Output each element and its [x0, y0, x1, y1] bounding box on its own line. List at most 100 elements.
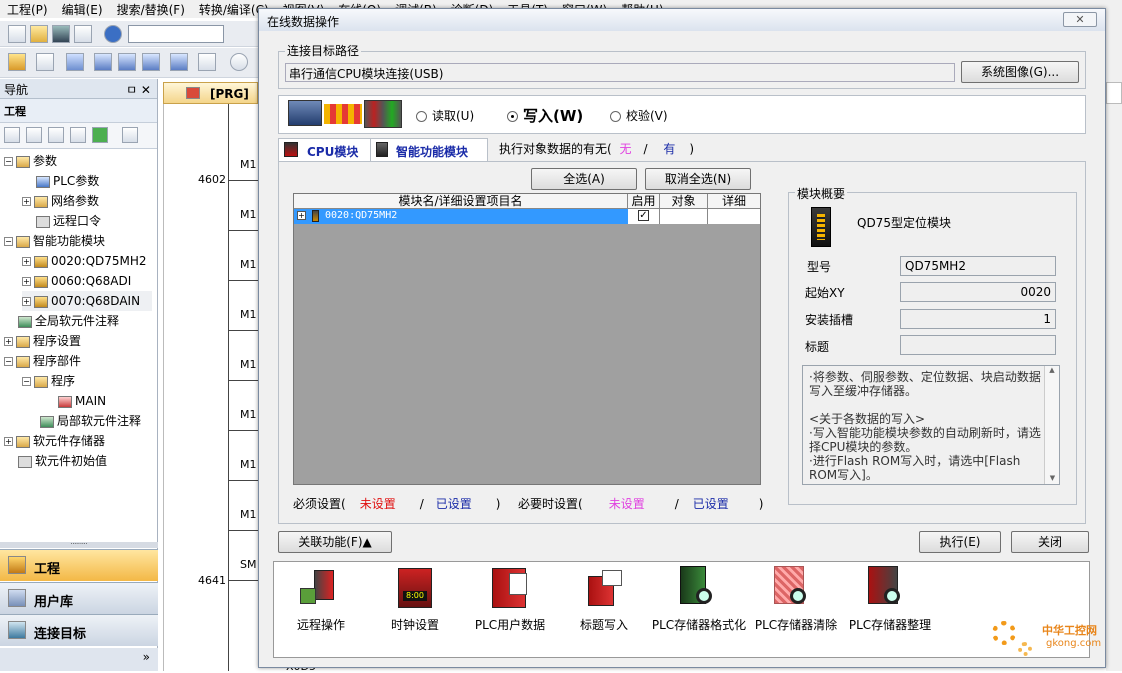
print-icon[interactable]: [74, 25, 92, 43]
system-image-button[interactable]: 系统图像(G)...: [961, 61, 1079, 83]
refresh-icon[interactable]: [92, 127, 108, 143]
plc-user-data-label[interactable]: PLC用户数据: [460, 616, 560, 633]
scroll-up-icon[interactable]: ▲: [1045, 366, 1059, 374]
open-folder-icon[interactable]: [30, 25, 48, 43]
cpu-icon: [284, 142, 298, 157]
write-radio[interactable]: 写入(W): [507, 105, 583, 126]
menu-project[interactable]: 工程(P): [0, 0, 55, 18]
nav-more[interactable]: »: [0, 648, 158, 671]
scroll-down-icon[interactable]: ▼: [1045, 474, 1059, 482]
tree-item-main[interactable]: MAIN: [58, 391, 106, 411]
plc-memory-arrange-label[interactable]: PLC存储器整理: [835, 616, 945, 633]
watermark-brand: 中华工控网: [1042, 624, 1097, 637]
plc-memory-format-icon[interactable]: [680, 566, 714, 606]
param-icon: [16, 155, 30, 168]
collapse-icon[interactable]: −: [4, 157, 13, 166]
close-button[interactable]: 关闭: [1011, 531, 1089, 553]
tree-item-device-memory[interactable]: + 软元件存储器: [4, 431, 105, 451]
expand-icon[interactable]: +: [4, 437, 13, 446]
tree-item-param[interactable]: − 参数: [4, 151, 57, 171]
project-tree-icon[interactable]: [8, 53, 26, 71]
detail-cell[interactable]: [708, 209, 760, 224]
paste-icon[interactable]: [48, 127, 64, 143]
folder-icon: [16, 435, 30, 448]
checkbox-checked-icon[interactable]: ✓: [638, 210, 649, 221]
dialog-title: 在线数据操作: [267, 15, 340, 29]
tree-item-program[interactable]: − 程序: [22, 371, 75, 391]
module-icon: [34, 295, 48, 308]
clock-setting-icon[interactable]: 8:00: [398, 568, 432, 608]
deselect-all-button[interactable]: 取消全选(N): [645, 168, 751, 190]
menu-edit[interactable]: 编辑(E): [55, 0, 110, 18]
menu-search[interactable]: 搜索/替换(F): [110, 0, 192, 18]
close-icon[interactable]: ✕: [1063, 12, 1097, 27]
expand-icon[interactable]: +: [22, 297, 31, 306]
new-file-icon[interactable]: [8, 25, 26, 43]
save-icon[interactable]: [52, 25, 70, 43]
description-textbox[interactable]: ·将参数、伺服参数、定位数据、块启动数据写入至缓冲存储器。 <关于各数据的写入>…: [802, 365, 1060, 485]
rung-line: [228, 330, 259, 331]
title-write-label[interactable]: 标题写入: [554, 616, 654, 633]
tree-item-plc-param[interactable]: PLC参数: [36, 171, 99, 191]
verify-radio[interactable]: 校验(V): [610, 107, 668, 124]
read-radio[interactable]: 读取(U): [416, 107, 474, 124]
tree-item-network-param[interactable]: + 网络参数: [22, 191, 99, 211]
related-functions-button[interactable]: 关联功能(F)▲: [278, 531, 392, 553]
plc-param-icon: [36, 175, 50, 188]
tree-item-remote-password[interactable]: 远程口令: [36, 211, 101, 231]
dev-icon[interactable]: [118, 53, 136, 71]
tree-item-program-setting[interactable]: + 程序设置: [4, 331, 81, 351]
expand-icon[interactable]: +: [22, 257, 31, 266]
dev-icon[interactable]: [142, 53, 160, 71]
property-icon[interactable]: [70, 127, 86, 143]
toolbar-combo[interactable]: [128, 25, 224, 43]
dev-icon[interactable]: [94, 53, 112, 71]
collapse-icon[interactable]: −: [4, 237, 13, 246]
help-icon[interactable]: [104, 25, 122, 43]
execute-button[interactable]: 执行(E): [919, 531, 1001, 553]
new-item-icon[interactable]: [4, 127, 20, 143]
title-write-icon[interactable]: [588, 570, 622, 610]
pin-close-icon[interactable]: ㅁ ✕: [126, 81, 151, 98]
tree-item-intelligent-module[interactable]: − 智能功能模块: [4, 231, 105, 251]
plc-memory-clear-label[interactable]: PLC存储器清除: [746, 616, 846, 633]
help-icon[interactable]: [230, 53, 248, 71]
collapse-icon[interactable]: −: [22, 377, 31, 386]
sort-icon[interactable]: [122, 127, 138, 143]
expand-icon[interactable]: +: [22, 277, 31, 286]
description-scrollbar[interactable]: ▲ ▼: [1044, 366, 1059, 484]
exist-none: 无: [619, 142, 632, 156]
folder-icon: [16, 355, 30, 368]
tab-program[interactable]: [PRG]写: [163, 82, 258, 117]
module-icon[interactable]: [36, 53, 54, 71]
expand-icon[interactable]: +: [297, 211, 306, 220]
plc-memory-format-label[interactable]: PLC存储器格式化: [649, 616, 749, 633]
splitter-grip[interactable]: ·········: [0, 542, 158, 548]
tree-item-q68adi[interactable]: +0060:Q68ADI: [22, 271, 131, 291]
comment-icon: [40, 415, 54, 428]
tree-item-global-comment[interactable]: 全局软元件注释: [18, 311, 119, 331]
dev-search-icon[interactable]: [170, 53, 188, 71]
plc-user-data-icon[interactable]: [492, 568, 527, 608]
remote-operation-icon[interactable]: [300, 570, 334, 610]
list-icon[interactable]: [66, 53, 84, 71]
select-all-button[interactable]: 全选(A): [531, 168, 637, 190]
target-cell[interactable]: [660, 209, 708, 224]
tab-right-edge[interactable]: [1106, 82, 1122, 104]
remote-operation-label[interactable]: 远程操作: [271, 616, 371, 633]
expand-icon[interactable]: +: [22, 197, 31, 206]
copy-icon[interactable]: [26, 127, 42, 143]
folder-icon: [34, 375, 48, 388]
clock-setting-label[interactable]: 时钟设置: [365, 616, 465, 633]
tree-item-program-parts[interactable]: − 程序部件: [4, 351, 81, 371]
tree-item-qd75mh2[interactable]: +0020:QD75MH2: [22, 251, 147, 271]
table-row[interactable]: + 0020:QD75MH2 ✓: [294, 209, 760, 224]
collapse-icon[interactable]: −: [4, 357, 13, 366]
tree-item-local-comment[interactable]: 局部软元件注释: [40, 411, 141, 431]
plc-memory-arrange-icon[interactable]: [868, 566, 902, 606]
device-tools-icon[interactable]: [198, 53, 216, 71]
plc-memory-clear-icon[interactable]: [774, 566, 808, 606]
expand-icon[interactable]: +: [4, 337, 13, 346]
tree-item-device-init[interactable]: 软元件初始值: [18, 451, 107, 471]
tree-item-q68dain[interactable]: +0070:Q68DAIN: [22, 291, 152, 311]
